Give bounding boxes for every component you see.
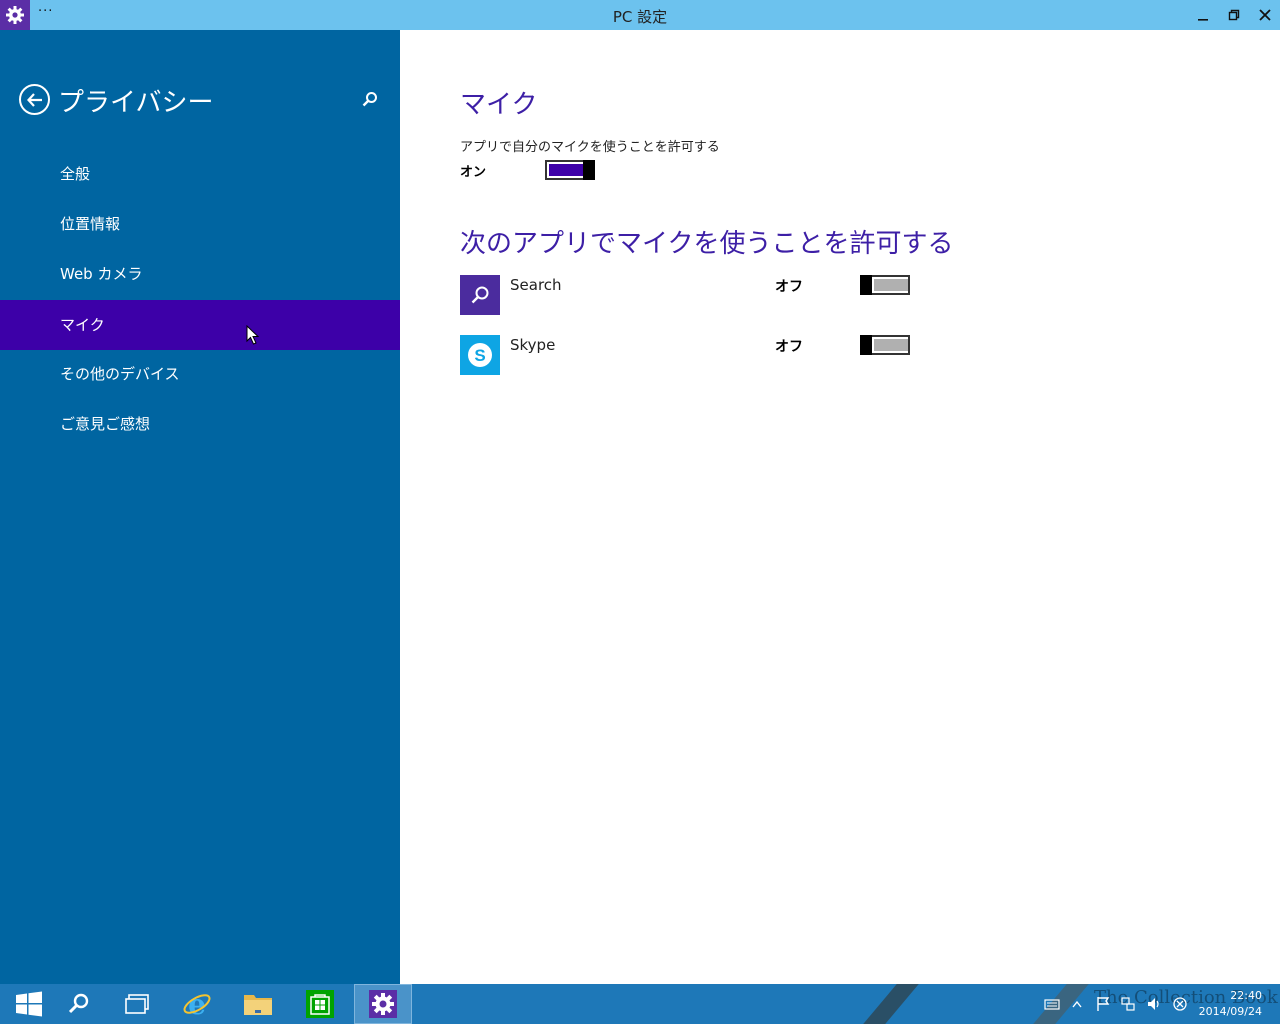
toggle-fill bbox=[874, 339, 908, 351]
search-app-icon bbox=[460, 275, 500, 315]
taskbar: e The Collection Book 22:40 2014/09/24 bbox=[0, 984, 1280, 1024]
sidebar-title: プライバシー bbox=[58, 88, 214, 118]
restore-icon bbox=[1228, 9, 1240, 21]
sidebar-item-webcam[interactable]: Web カメラ bbox=[0, 249, 400, 299]
sidebar-item-location[interactable]: 位置情報 bbox=[0, 199, 400, 249]
microphone-toggle[interactable] bbox=[545, 160, 595, 180]
title-bar: ··· PC 設定 bbox=[0, 0, 1280, 30]
clock-date: 2014/09/24 bbox=[1198, 1005, 1262, 1018]
task-view-icon bbox=[125, 994, 149, 1014]
clock-time: 22:40 bbox=[1230, 989, 1262, 1002]
svg-text:e: e bbox=[188, 989, 206, 1019]
store-icon bbox=[306, 990, 334, 1018]
flag-icon[interactable] bbox=[1096, 996, 1110, 1012]
sidebar: プライバシー 全般 位置情報 Web カメラ マイク その他のデバイス ご意見ご… bbox=[0, 30, 400, 984]
sidebar-item-general[interactable]: 全般 bbox=[0, 149, 400, 199]
toggle-thumb bbox=[583, 160, 595, 180]
toggle-fill bbox=[549, 164, 583, 176]
action-center-icon[interactable] bbox=[1172, 996, 1188, 1012]
network-icon[interactable] bbox=[1120, 996, 1136, 1012]
task-view-button[interactable] bbox=[108, 984, 166, 1024]
show-hidden-icons-icon[interactable] bbox=[1072, 1000, 1082, 1008]
apps-heading: 次のアプリでマイクを使うことを許可する bbox=[460, 229, 954, 259]
close-icon bbox=[1259, 9, 1271, 21]
folder-icon bbox=[244, 995, 272, 1015]
search-icon bbox=[362, 92, 377, 107]
sidebar-item-other-devices[interactable]: その他のデバイス bbox=[0, 349, 400, 399]
sidebar-item-microphone[interactable]: マイク bbox=[0, 300, 400, 350]
window-title: PC 設定 bbox=[612, 8, 668, 26]
search-icon bbox=[68, 993, 89, 1014]
svg-text:S: S bbox=[474, 346, 485, 365]
app-name-search: Search bbox=[510, 276, 562, 294]
minimize-button[interactable] bbox=[1188, 0, 1218, 30]
sidebar-item-feedback[interactable]: ご意見ご感想 bbox=[0, 399, 400, 449]
microphone-toggle-state: オン bbox=[460, 165, 487, 180]
taskbar-search-button[interactable] bbox=[50, 984, 108, 1024]
toggle-thumb bbox=[860, 275, 872, 295]
gear-icon bbox=[369, 990, 397, 1018]
minimize-icon bbox=[1198, 19, 1208, 21]
app-state-search: オフ bbox=[775, 279, 803, 295]
app-name-skype: Skype bbox=[510, 336, 556, 354]
mouse-cursor-icon bbox=[246, 325, 260, 345]
internet-explorer-icon: e bbox=[183, 989, 211, 1019]
windows-logo-icon bbox=[16, 991, 42, 1017]
microphone-permission-label: アプリで自分のマイクを使うことを許可する bbox=[460, 140, 720, 155]
file-explorer-button[interactable] bbox=[229, 984, 287, 1024]
clock[interactable]: 22:40 2014/09/24 bbox=[1199, 988, 1262, 1020]
search-button[interactable] bbox=[361, 90, 379, 112]
section-heading: マイク bbox=[460, 90, 538, 120]
restore-button[interactable] bbox=[1219, 0, 1249, 30]
notification-tray bbox=[1044, 984, 1188, 1024]
toggle-thumb bbox=[860, 335, 872, 355]
back-button[interactable] bbox=[19, 84, 50, 115]
pc-settings-taskbar-button[interactable] bbox=[354, 984, 412, 1024]
taskbar-decoration bbox=[863, 984, 919, 1024]
skype-app-icon: S bbox=[460, 335, 500, 375]
store-button[interactable] bbox=[291, 984, 349, 1024]
back-arrow-icon bbox=[26, 92, 42, 107]
search-microphone-toggle[interactable] bbox=[860, 275, 910, 295]
main-content: マイク アプリで自分のマイクを使うことを許可する オン 次のアプリでマイクを使う… bbox=[400, 30, 1280, 984]
internet-explorer-button[interactable]: e bbox=[168, 984, 226, 1024]
app-state-skype: オフ bbox=[775, 339, 803, 355]
keyboard-icon[interactable] bbox=[1044, 997, 1060, 1011]
skype-microphone-toggle[interactable] bbox=[860, 335, 910, 355]
close-button[interactable] bbox=[1250, 0, 1280, 30]
toggle-fill bbox=[874, 279, 908, 291]
volume-icon[interactable] bbox=[1146, 996, 1162, 1012]
